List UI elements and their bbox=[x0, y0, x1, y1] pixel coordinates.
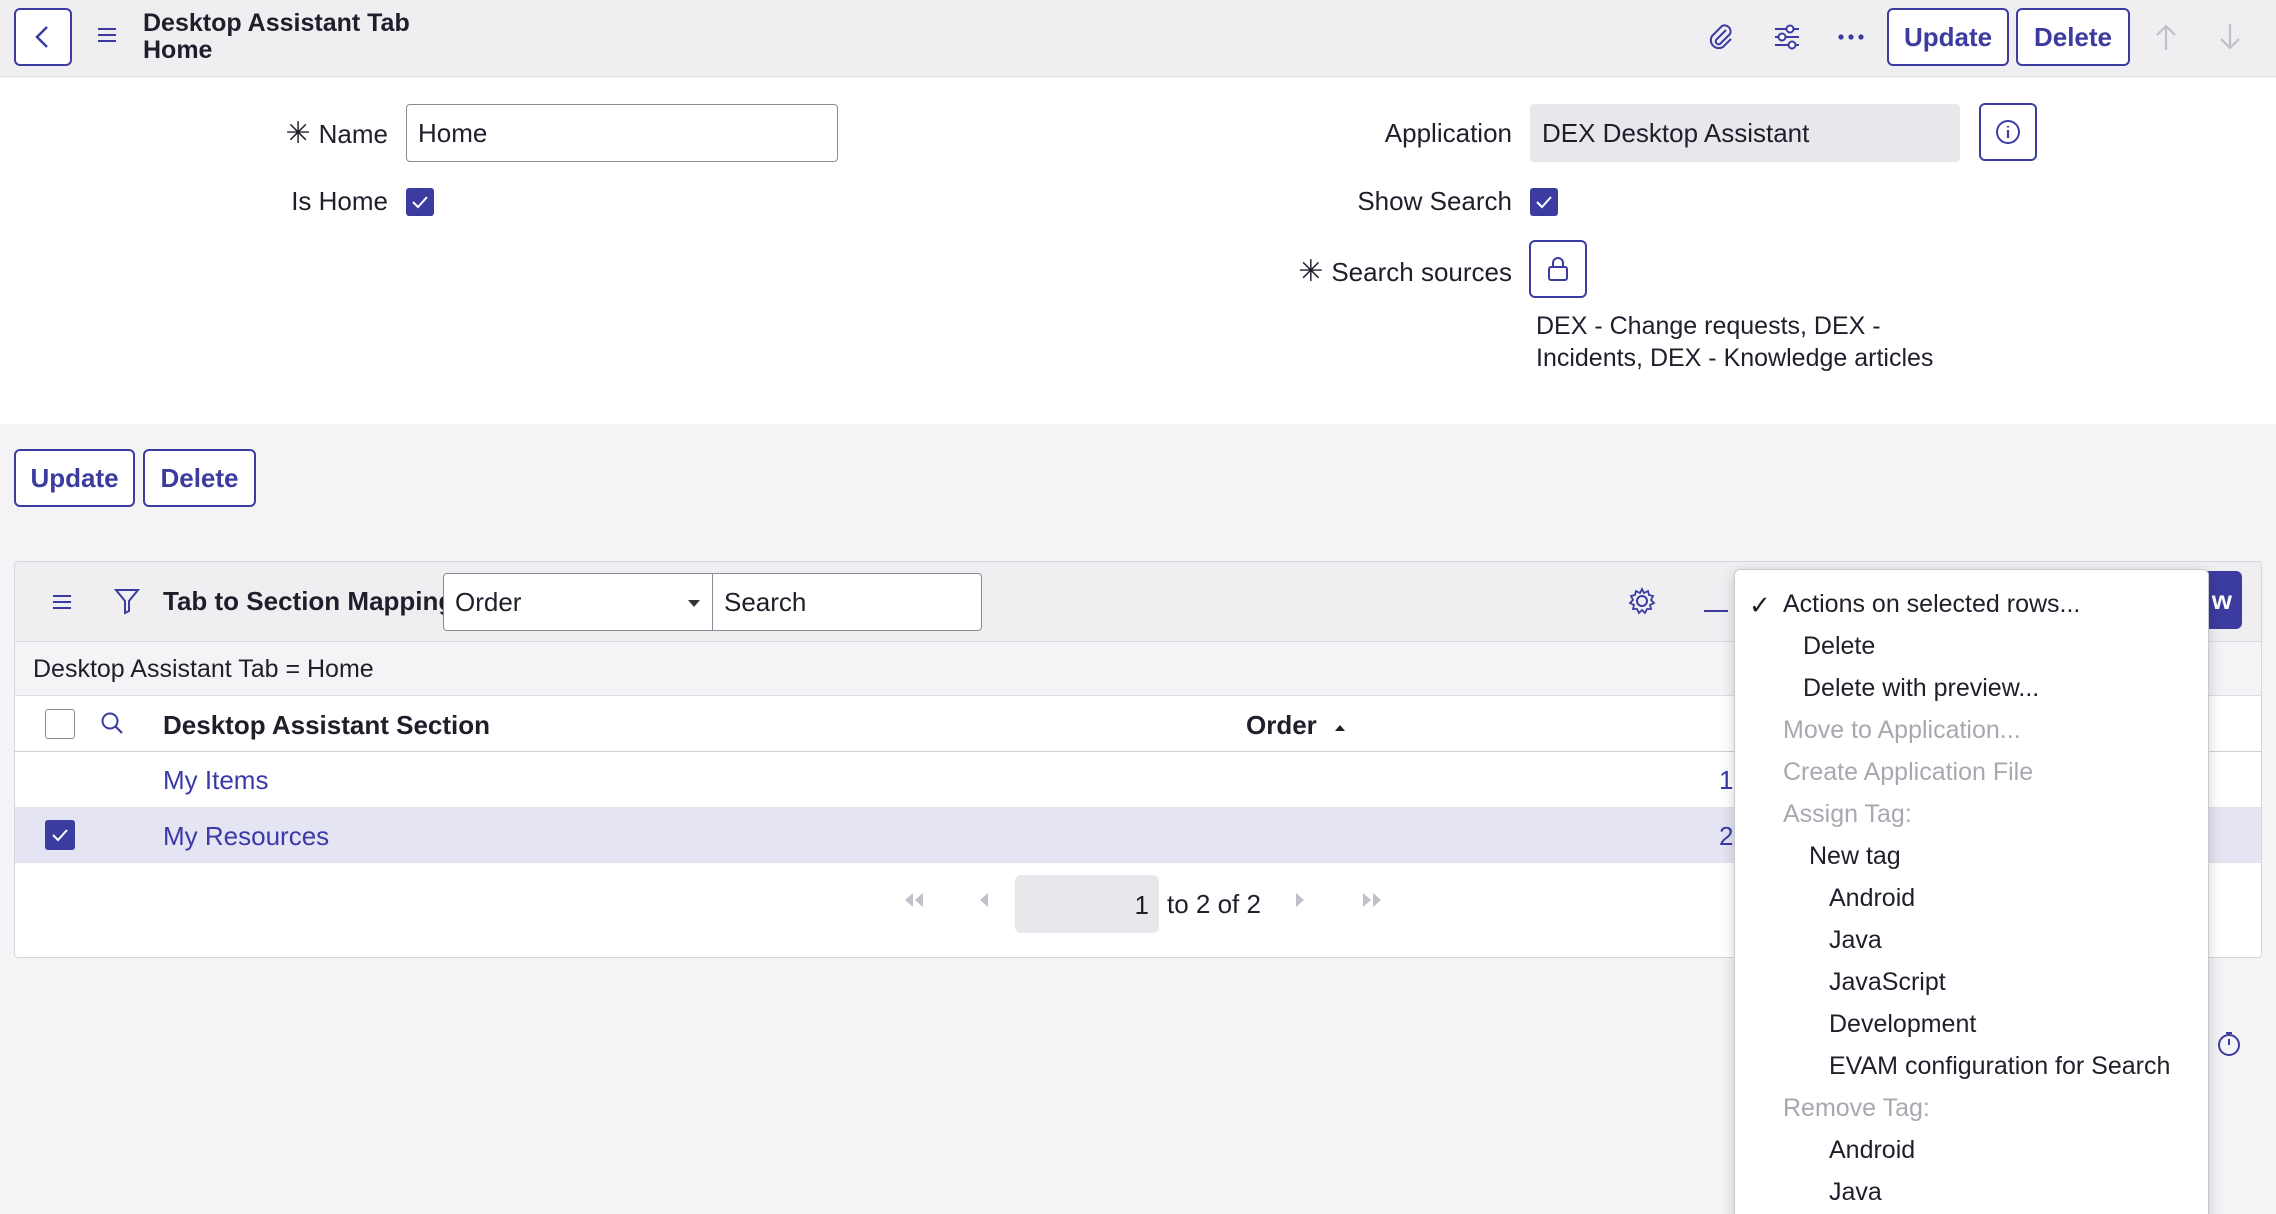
delete-button[interactable]: Delete bbox=[143, 449, 256, 507]
record-form: ✳ Name Home Is Home Application DEX Deskt… bbox=[0, 78, 2276, 424]
arrow-down-icon[interactable] bbox=[2212, 18, 2248, 56]
page-range-text: to 2 of 2 bbox=[1167, 889, 1261, 919]
menu-item-assign-javascript[interactable]: JavaScript bbox=[1829, 968, 1946, 997]
info-icon bbox=[1996, 120, 2020, 144]
search-sources-label-text: Search sources bbox=[1331, 257, 1512, 287]
menu-item-delete-with-preview[interactable]: Delete with preview... bbox=[1803, 674, 2039, 703]
show-search-checkbox[interactable] bbox=[1530, 188, 1558, 216]
menu-group-assign-tag: Assign Tag: bbox=[1783, 800, 1912, 828]
last-page-icon[interactable] bbox=[1359, 891, 1385, 909]
is-home-label: Is Home bbox=[291, 186, 388, 216]
name-label-text: Name bbox=[318, 119, 388, 149]
name-field[interactable]: Home bbox=[406, 104, 838, 162]
header-delete-button[interactable]: Delete bbox=[2016, 8, 2130, 66]
menu-item-create-application-file: Create Application File bbox=[1783, 758, 2034, 786]
show-search-label: Show Search bbox=[1357, 186, 1512, 216]
menu-item-new-tag[interactable]: New tag bbox=[1809, 842, 1901, 871]
sort-select[interactable]: Order bbox=[443, 573, 713, 631]
row-checkbox[interactable] bbox=[45, 820, 75, 850]
menu-item-assign-evam[interactable]: EVAM configuration for Search bbox=[1829, 1052, 2170, 1081]
lock-icon bbox=[1548, 257, 1568, 281]
search-sources-lock-button[interactable] bbox=[1529, 240, 1587, 298]
chevron-down-icon bbox=[688, 600, 700, 607]
application-label: Application bbox=[1384, 118, 1512, 148]
related-list-title: Tab to Section Mappings bbox=[163, 586, 469, 616]
column-header-order[interactable]: Order bbox=[1246, 710, 1348, 741]
application-info-button[interactable] bbox=[1979, 103, 2037, 161]
first-page-icon[interactable] bbox=[901, 891, 927, 909]
arrow-up-icon[interactable] bbox=[2148, 18, 2184, 56]
update-button[interactable]: Update bbox=[14, 449, 135, 507]
page-title-record: Home bbox=[143, 36, 213, 64]
required-mark: ✳ bbox=[285, 117, 311, 150]
menu-item-actions-on-selected[interactable]: Actions on selected rows... bbox=[1783, 590, 2080, 619]
check-icon: ✓ bbox=[1749, 590, 1771, 620]
minus-icon[interactable] bbox=[1703, 600, 1729, 618]
column-header-section[interactable]: Desktop Assistant Section bbox=[163, 710, 490, 741]
page-number-input[interactable]: 1 bbox=[1015, 875, 1159, 933]
section-link[interactable]: My Resources bbox=[163, 821, 329, 852]
search-sources-label: ✳ Search sources bbox=[1280, 254, 1512, 289]
more-icon[interactable] bbox=[1834, 20, 1868, 54]
menu-group-remove-tag: Remove Tag: bbox=[1783, 1094, 1930, 1122]
settings-sliders-icon[interactable] bbox=[1770, 20, 1804, 54]
check-icon bbox=[1536, 196, 1552, 209]
back-button[interactable] bbox=[14, 8, 72, 66]
check-icon bbox=[412, 196, 428, 209]
actions-dropdown-menu: ✓ Actions on selected rows... Delete Del… bbox=[1734, 569, 2209, 1214]
next-page-icon[interactable] bbox=[1293, 891, 1307, 909]
order-value[interactable]: 1 bbox=[1719, 765, 1733, 796]
form-header: Desktop Assistant Tab Home Update Delete bbox=[0, 0, 2276, 77]
required-mark: ✳ bbox=[1298, 255, 1324, 288]
page-title-type: Desktop Assistant Tab bbox=[143, 9, 410, 37]
back-icon bbox=[35, 26, 48, 48]
attachment-icon[interactable] bbox=[1704, 20, 1738, 54]
menu-item-delete[interactable]: Delete bbox=[1803, 632, 1875, 661]
column-header-order-label: Order bbox=[1246, 710, 1317, 740]
list-search-input[interactable]: Search bbox=[712, 573, 982, 631]
order-value[interactable]: 2 bbox=[1719, 821, 1733, 852]
page-title: Desktop Assistant Tab Home bbox=[143, 10, 410, 64]
list-menu-icon[interactable] bbox=[51, 592, 73, 617]
filter-icon[interactable] bbox=[113, 586, 141, 621]
sort-asc-icon bbox=[1335, 725, 1346, 731]
menu-item-remove-java[interactable]: Java bbox=[1829, 1178, 1882, 1207]
check-icon bbox=[52, 829, 68, 842]
menu-item-assign-java[interactable]: Java bbox=[1829, 926, 1882, 955]
menu-item-assign-development[interactable]: Development bbox=[1829, 1010, 1976, 1039]
section-link[interactable]: My Items bbox=[163, 765, 268, 796]
search-sources-value: DEX - Change requests, DEX - Incidents, … bbox=[1536, 312, 1934, 372]
menu-item-remove-android[interactable]: Android bbox=[1829, 1136, 1915, 1165]
timer-icon[interactable] bbox=[2216, 1030, 2242, 1063]
menu-item-move-to-application: Move to Application... bbox=[1783, 716, 2021, 744]
prev-page-icon[interactable] bbox=[977, 891, 991, 909]
sort-select-value: Order bbox=[455, 586, 522, 617]
menu-icon[interactable] bbox=[96, 25, 118, 45]
header-update-button[interactable]: Update bbox=[1887, 8, 2009, 66]
search-icon[interactable] bbox=[99, 710, 125, 741]
menu-item-assign-android[interactable]: Android bbox=[1829, 884, 1915, 913]
select-all-checkbox[interactable] bbox=[45, 709, 75, 739]
gear-icon[interactable] bbox=[1627, 586, 1657, 621]
application-field: DEX Desktop Assistant bbox=[1530, 104, 1960, 162]
is-home-checkbox[interactable] bbox=[406, 188, 434, 216]
name-label: ✳ Name bbox=[280, 116, 389, 151]
